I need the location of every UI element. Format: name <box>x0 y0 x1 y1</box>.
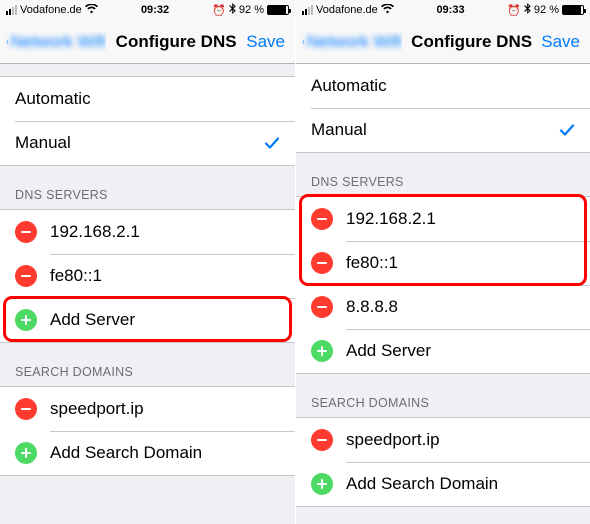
row-label: Manual <box>15 133 71 153</box>
bluetooth-icon <box>524 3 531 17</box>
dns-servers-header: DNS SERVERS <box>296 153 590 196</box>
carrier-label: Vodafone.de <box>20 4 82 16</box>
row-label: Add Server <box>50 310 135 330</box>
battery-icon <box>267 5 289 15</box>
page-title: Configure DNS <box>116 32 237 52</box>
delete-icon[interactable] <box>15 265 37 287</box>
nav-bar: Network Wifi Configure DNS Save <box>0 20 295 64</box>
row-label: Automatic <box>311 76 387 96</box>
status-bar: Vodafone.de 09:32 ⏰ 92 % <box>0 0 295 20</box>
add-icon[interactable] <box>15 309 37 331</box>
back-button[interactable]: Network Wifi <box>302 32 402 52</box>
search-domain-row[interactable]: speedport.ip <box>0 387 295 431</box>
row-label: speedport.ip <box>346 430 440 450</box>
row-label: Add Search Domain <box>50 443 202 463</box>
delete-icon[interactable] <box>311 296 333 318</box>
alarm-icon: ⏰ <box>212 4 226 17</box>
dns-server-row[interactable]: 8.8.8.8 <box>296 285 590 329</box>
add-icon[interactable] <box>311 340 333 362</box>
dns-server-row[interactable]: fe80::1 <box>296 241 590 285</box>
row-label: Add Server <box>346 341 431 361</box>
back-label: Network Wifi <box>307 32 402 52</box>
row-label: Automatic <box>15 89 91 109</box>
clock: 09:33 <box>436 4 464 16</box>
row-label: Add Search Domain <box>346 474 498 494</box>
search-domain-row[interactable]: speedport.ip <box>296 418 590 462</box>
screen-right: Vodafone.de 09:33 ⏰ 92 % Network Wifi Co… <box>295 0 590 524</box>
nav-bar: Network Wifi Configure DNS Save <box>296 20 590 64</box>
dns-server-row[interactable]: 192.168.2.1 <box>296 197 590 241</box>
chevron-left-icon <box>302 32 305 52</box>
checkmark-icon <box>264 135 280 151</box>
save-button[interactable]: Save <box>541 32 584 52</box>
row-label: speedport.ip <box>50 399 144 419</box>
back-button[interactable]: Network Wifi <box>6 32 106 52</box>
clock: 09:32 <box>141 4 169 16</box>
chevron-left-icon <box>6 32 9 52</box>
battery-percent: 92 % <box>534 4 559 16</box>
search-domains-group: speedport.ip Add Search Domain <box>0 386 295 476</box>
delete-icon[interactable] <box>311 208 333 230</box>
wifi-icon <box>85 4 98 17</box>
add-search-domain-button[interactable]: Add Search Domain <box>296 462 590 506</box>
add-icon[interactable] <box>15 442 37 464</box>
delete-icon[interactable] <box>311 429 333 451</box>
delete-icon[interactable] <box>311 252 333 274</box>
mode-group: Automatic Manual <box>0 76 295 166</box>
wifi-icon <box>381 4 394 17</box>
bluetooth-icon <box>229 3 236 17</box>
battery-percent: 92 % <box>239 4 264 16</box>
delete-icon[interactable] <box>15 221 37 243</box>
row-label: fe80::1 <box>346 253 398 273</box>
add-icon[interactable] <box>311 473 333 495</box>
signal-icon <box>302 5 313 15</box>
save-button[interactable]: Save <box>246 32 289 52</box>
row-label: Manual <box>311 120 367 140</box>
dns-servers-group: 192.168.2.1 fe80::1 Add Server <box>0 209 295 343</box>
dns-servers-header: DNS SERVERS <box>0 166 295 209</box>
status-bar: Vodafone.de 09:33 ⏰ 92 % <box>296 0 590 20</box>
add-server-button[interactable]: Add Server <box>0 298 295 342</box>
delete-icon[interactable] <box>15 398 37 420</box>
back-label: Network Wifi <box>11 32 106 52</box>
row-label: fe80::1 <box>50 266 102 286</box>
mode-automatic[interactable]: Automatic <box>0 77 295 121</box>
dns-servers-group: 192.168.2.1 fe80::1 8.8.8.8 Add Server <box>296 196 590 374</box>
mode-group: Automatic Manual <box>296 64 590 153</box>
search-domains-group: speedport.ip Add Search Domain <box>296 417 590 507</box>
battery-icon <box>562 5 584 15</box>
alarm-icon: ⏰ <box>507 4 521 17</box>
mode-manual[interactable]: Manual <box>296 108 590 152</box>
checkmark-icon <box>559 122 575 138</box>
mode-automatic[interactable]: Automatic <box>296 64 590 108</box>
page-title: Configure DNS <box>411 32 532 52</box>
add-search-domain-button[interactable]: Add Search Domain <box>0 431 295 475</box>
dns-server-row[interactable]: 192.168.2.1 <box>0 210 295 254</box>
dns-server-row[interactable]: fe80::1 <box>0 254 295 298</box>
signal-icon <box>6 5 17 15</box>
row-label: 8.8.8.8 <box>346 297 398 317</box>
search-domains-header: SEARCH DOMAINS <box>296 374 590 417</box>
row-label: 192.168.2.1 <box>50 222 140 242</box>
add-server-button[interactable]: Add Server <box>296 329 590 373</box>
search-domains-header: SEARCH DOMAINS <box>0 343 295 386</box>
screen-left: Vodafone.de 09:32 ⏰ 92 % Network Wifi Co… <box>0 0 295 524</box>
carrier-label: Vodafone.de <box>316 4 378 16</box>
mode-manual[interactable]: Manual <box>0 121 295 165</box>
row-label: 192.168.2.1 <box>346 209 436 229</box>
